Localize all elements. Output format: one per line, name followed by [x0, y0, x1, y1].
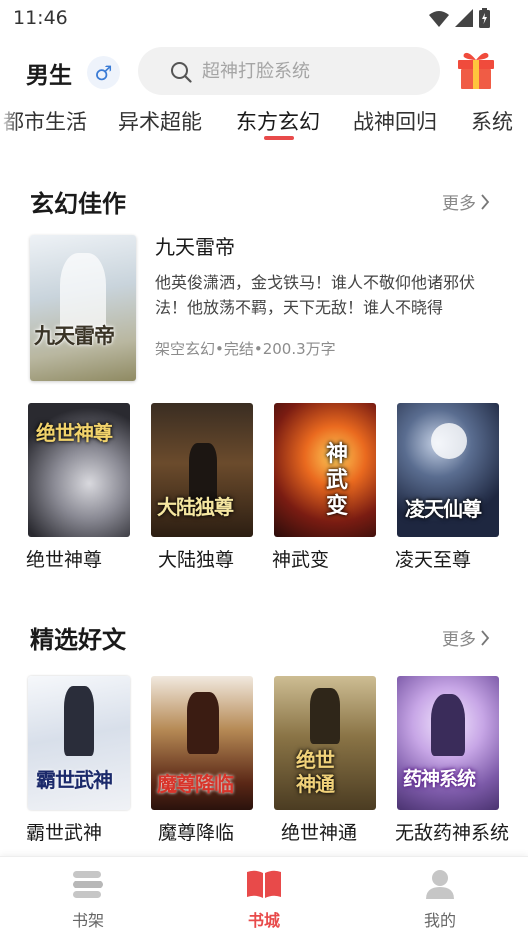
book-cover[interactable]: 神武变 — [274, 403, 376, 537]
cell-signal-icon — [455, 9, 473, 27]
gender-switch-button[interactable]: ♂ — [87, 56, 120, 89]
cover-title: 凌天仙尊 — [405, 497, 482, 521]
section-title-fantasy: 玄幻佳作 — [30, 190, 126, 218]
cover-title: 魔尊降临 — [157, 772, 234, 796]
nav-profile[interactable]: 我的 — [400, 869, 480, 931]
nav-label: 我的 — [423, 911, 456, 930]
user-icon — [426, 870, 454, 899]
chevron-right-icon — [481, 193, 490, 210]
more-label: 更多 — [442, 194, 476, 214]
book-cover[interactable]: 霸世武神 — [28, 676, 130, 810]
gender-label[interactable]: 男生 — [26, 56, 72, 90]
bottom-nav: 书架 书城 我的 — [0, 856, 528, 939]
active-tab-indicator — [264, 136, 294, 140]
more-link-fantasy[interactable]: 更多 — [442, 189, 490, 214]
featured-book-cover[interactable]: 九天雷帝 — [30, 235, 136, 381]
book-title[interactable]: 绝世神通 — [281, 818, 357, 845]
search-input[interactable] — [202, 56, 422, 86]
book-title[interactable]: 绝世神尊 — [26, 545, 102, 572]
nav-label: 书架 — [71, 911, 104, 930]
cover-title: 绝世神通 — [296, 748, 335, 796]
book-cover[interactable]: 凌天仙尊 — [397, 403, 499, 537]
book-title[interactable]: 大陆独尊 — [158, 545, 234, 572]
book-title[interactable]: 无敌药神系统 — [395, 818, 509, 845]
search-icon — [171, 62, 192, 83]
nav-bookshelf[interactable]: 书架 — [48, 869, 128, 931]
tab-supernatural[interactable]: 异术超能 — [118, 106, 202, 136]
section-title-selected: 精选好文 — [30, 626, 126, 654]
tab-eastern-fantasy[interactable]: 东方玄幻 — [236, 106, 320, 136]
book-cover[interactable]: 药神系统 — [397, 676, 499, 810]
status-bar: 11:46 — [0, 0, 528, 36]
book-cover[interactable]: 绝世神尊 — [28, 403, 130, 537]
search-box[interactable] — [138, 47, 440, 95]
cover-title: 绝世神尊 — [36, 421, 113, 445]
chevron-right-icon — [481, 629, 490, 646]
book-cover[interactable]: 绝世神通 — [274, 676, 376, 810]
male-icon: ♂ — [94, 60, 113, 85]
status-icons — [429, 8, 490, 28]
tabs-fade — [0, 100, 18, 142]
book-title[interactable]: 凌天至尊 — [395, 545, 471, 572]
battery-icon — [479, 8, 490, 28]
tab-system[interactable]: 系统 — [471, 106, 513, 136]
bookshelf-icon — [73, 871, 103, 898]
book-title[interactable]: 神武变 — [272, 545, 329, 572]
more-link-selected[interactable]: 更多 — [442, 625, 490, 650]
book-title[interactable]: 霸世武神 — [26, 818, 102, 845]
book-cover[interactable]: 大陆独尊 — [151, 403, 253, 537]
featured-book-meta: 架空玄幻•完结•200.3万字 — [155, 340, 336, 358]
book-title[interactable]: 魔尊降临 — [158, 818, 234, 845]
wifi-icon — [429, 10, 449, 27]
status-time: 11:46 — [13, 7, 68, 29]
cover-title: 霸世武神 — [36, 768, 113, 792]
cover-title: 神武变 — [326, 441, 348, 519]
book-open-icon — [247, 870, 281, 898]
cover-title: 九天雷帝 — [34, 323, 115, 348]
featured-book-title[interactable]: 九天雷帝 — [155, 231, 235, 260]
featured-book-description: 他英俊潇洒，金戈铁马！谁人不敬仰他诸邪伏法！他放荡不羁，天下无敌！谁人不晓得 — [155, 273, 476, 317]
header: 男生 ♂ — [0, 44, 528, 98]
category-tabs: 都市生活 异术超能 东方玄幻 战神回归 系统 — [0, 100, 528, 142]
book-cover[interactable]: 魔尊降临 — [151, 676, 253, 810]
nav-label: 书城 — [247, 911, 280, 930]
cover-title: 药神系统 — [403, 768, 476, 790]
gift-icon[interactable] — [456, 50, 496, 90]
nav-bookstore[interactable]: 书城 — [224, 869, 304, 931]
tab-war-god-return[interactable]: 战神回归 — [353, 106, 437, 136]
more-label: 更多 — [442, 630, 476, 650]
cover-title: 大陆独尊 — [157, 495, 234, 519]
